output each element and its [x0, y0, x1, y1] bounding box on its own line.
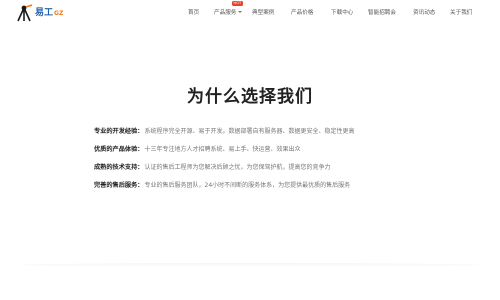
feature-label: 成熟的技术支持： [94, 163, 144, 171]
site-logo[interactable]: 易工 GZ [14, 2, 63, 24]
feature-description: 系统程序完全开源、易于开发。数据部署自有服务器、数据更安全、稳定性更高 [144, 127, 355, 135]
feature-label: 优质的产品体验： [94, 145, 144, 153]
section-divider [20, 263, 480, 267]
logo-text: 易工 [35, 7, 54, 18]
feature-item: 成熟的技术支持： 认证的售后工程师为您解决后顾之忧，为您保驾护航，提高您的竞争力 [94, 157, 355, 175]
section-title: 为什么选择我们 [187, 87, 313, 107]
top-navigation-bar: 易工 GZ 首页 产品服务 HOT 典型案例 产品价格 下载中心 智能招聘会 资… [0, 0, 500, 26]
nav-item-products[interactable]: 产品服务 [214, 8, 242, 16]
tripod-logo-icon [14, 3, 34, 23]
feature-label: 完善的售后服务： [94, 181, 144, 189]
nav-item-home[interactable]: 首页 [188, 8, 199, 16]
chevron-down-icon [237, 11, 242, 13]
feature-item: 专业的开发经验： 系统程序完全开源、易于开发。数据部署自有服务器、数据更安全、稳… [94, 121, 355, 139]
feature-description: 认证的售后工程师为您解决后顾之忧，为您保驾护航，提高您的竞争力 [144, 163, 331, 171]
nav-item-pricing[interactable]: 产品价格 [291, 8, 313, 16]
feature-item: 完善的售后服务： 专业的售后服务团队，24小时不间断的服务体系，为您提供最优质的… [94, 175, 355, 193]
nav-item-cases[interactable]: 典型案例 [252, 8, 274, 16]
hot-badge: HOT [232, 1, 243, 7]
logo-sub-text: GZ [54, 9, 64, 17]
nav-item-about[interactable]: 关于我们 [450, 8, 472, 16]
feature-list: 专业的开发经验： 系统程序完全开源、易于开发。数据部署自有服务器、数据更安全、稳… [94, 121, 355, 193]
nav-item-recruitment-fair[interactable]: 智能招聘会 [368, 8, 396, 16]
feature-label: 专业的开发经验： [94, 127, 144, 135]
nav-item-news[interactable]: 资讯动态 [413, 8, 435, 16]
feature-description: 十三年专注地方人才招聘系统、易上手、快运营、效果出众 [144, 145, 301, 153]
nav-item-downloads[interactable]: 下载中心 [331, 8, 353, 16]
feature-description: 专业的售后服务团队，24小时不间断的服务体系，为您提供最优质的售后服务 [144, 181, 351, 189]
feature-item: 优质的产品体验： 十三年专注地方人才招聘系统、易上手、快运营、效果出众 [94, 139, 355, 157]
